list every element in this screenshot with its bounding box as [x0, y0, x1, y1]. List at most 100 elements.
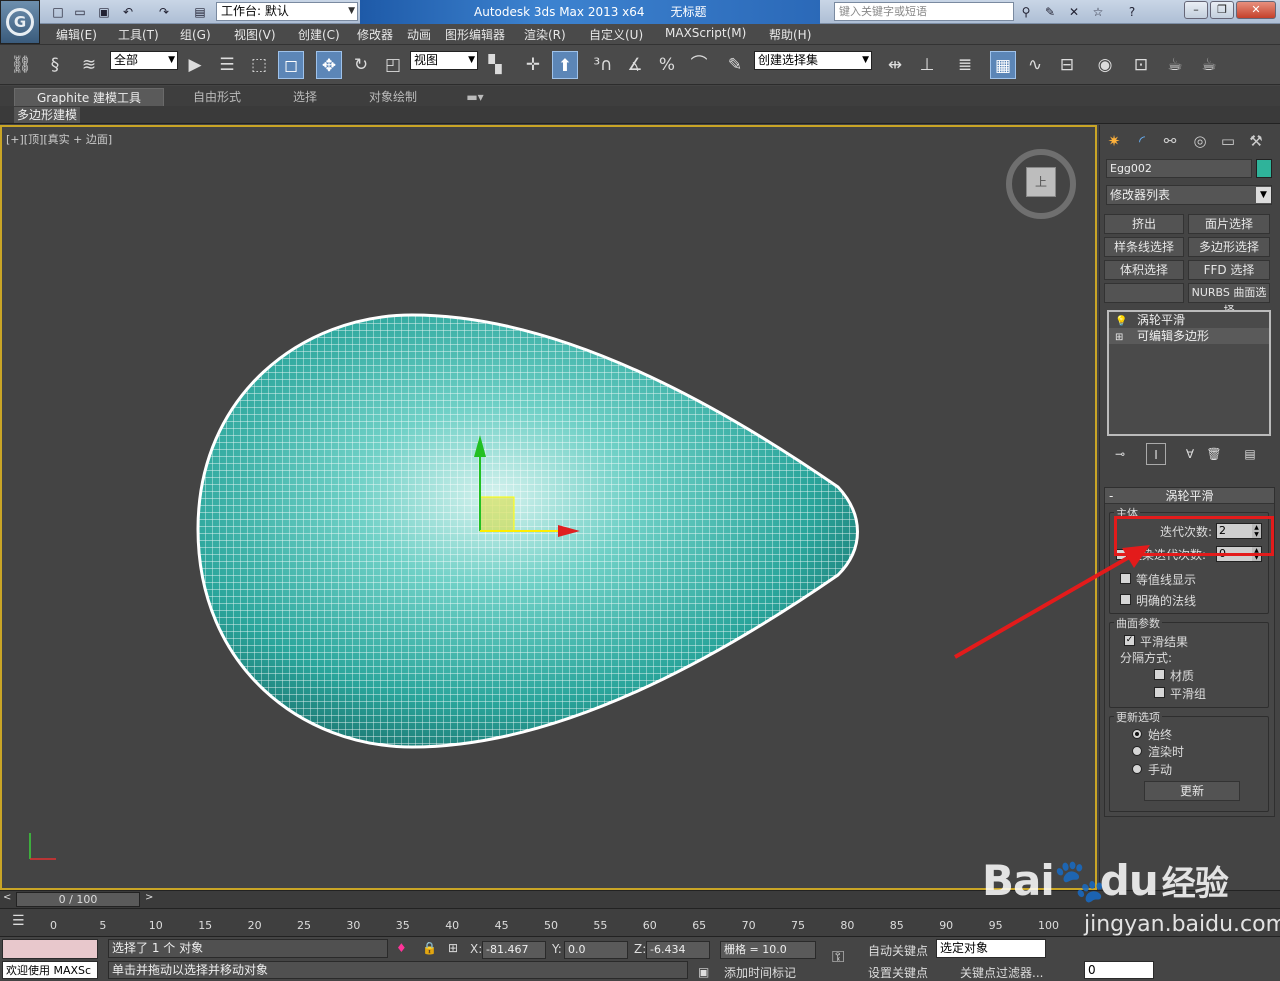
- close-button[interactable]: ✕: [1236, 1, 1276, 19]
- layer-manager-icon[interactable]: ≣: [952, 51, 978, 79]
- unlink-icon[interactable]: §: [42, 51, 68, 79]
- configure-sets-icon[interactable]: ▤: [1240, 443, 1260, 465]
- absolute-mode-icon[interactable]: ⊞: [448, 941, 458, 955]
- viewport-top[interactable]: [+][顶][真实 + 边面] 上: [0, 125, 1097, 890]
- binoculars-icon[interactable]: ⚲: [1018, 4, 1034, 20]
- workspace-select[interactable]: 工作台: 默认 ▼: [216, 2, 358, 21]
- modifier-stack[interactable]: 💡 涡轮平滑 ⊞ 可编辑多边形: [1107, 310, 1271, 436]
- set-key-icon[interactable]: ⚿: [832, 947, 844, 967]
- menu-graph-editors[interactable]: 图形编辑器: [445, 26, 505, 43]
- select-object-icon[interactable]: ▶: [182, 51, 208, 79]
- menu-edit[interactable]: 编辑(E): [56, 26, 97, 43]
- maxscript-mini-listener[interactable]: [2, 939, 98, 959]
- render-production-icon[interactable]: ☕: [1196, 51, 1222, 79]
- rendered-frame-icon[interactable]: ☕: [1162, 51, 1188, 79]
- time-tag-icon[interactable]: ▣: [698, 965, 709, 979]
- select-rotate-icon[interactable]: ↻: [348, 51, 374, 79]
- remove-modifier-icon[interactable]: 🗑: [1204, 443, 1224, 465]
- show-end-result-icon[interactable]: Ⅰ: [1146, 443, 1166, 465]
- keyboard-shortcut-override-icon[interactable]: ⬆: [552, 51, 578, 79]
- favorites-star-icon[interactable]: ☆: [1090, 4, 1106, 20]
- isolate-icon[interactable]: ♦: [396, 941, 407, 955]
- help-icon[interactable]: ?: [1124, 4, 1140, 20]
- menu-modifiers[interactable]: 修改器: [357, 26, 393, 43]
- selection-filter-select[interactable]: 全部 ▼: [110, 51, 178, 70]
- key-filters-button[interactable]: 关键点过滤器...: [960, 964, 1043, 981]
- tab-object-paint[interactable]: 对象绘制: [350, 88, 436, 106]
- utilities-tab-icon[interactable]: ⚒: [1244, 129, 1268, 153]
- undo-icon[interactable]: ↶: [120, 4, 136, 20]
- project-folder-icon[interactable]: ▤: [192, 4, 208, 20]
- mirror-icon[interactable]: ⇹: [882, 51, 908, 79]
- named-selection-sets-select[interactable]: 创建选择集 ▼: [754, 51, 872, 70]
- y-coordinate-field[interactable]: 0.0: [564, 941, 628, 959]
- hierarchy-tab-icon[interactable]: ⚯: [1158, 129, 1182, 153]
- next-frame-icon[interactable]: >: [145, 892, 153, 903]
- smoothing-groups-checkbox[interactable]: [1154, 687, 1165, 698]
- minimize-button[interactable]: –: [1184, 1, 1208, 19]
- create-tab-icon[interactable]: ✷: [1102, 129, 1126, 153]
- tab-freeform[interactable]: 自由形式: [172, 88, 262, 106]
- select-by-name-icon[interactable]: ☰: [214, 51, 240, 79]
- redo-icon[interactable]: ↷: [156, 4, 172, 20]
- pin-stack-icon[interactable]: ⊸: [1110, 443, 1130, 465]
- explicit-normals-checkbox[interactable]: [1120, 594, 1131, 605]
- schematic-view-icon[interactable]: ⊟: [1054, 51, 1080, 79]
- save-icon[interactable]: ▣: [96, 4, 112, 20]
- edit-named-sets-icon[interactable]: ✎: [722, 51, 748, 79]
- app-logo-button[interactable]: G: [0, 0, 40, 44]
- motion-tab-icon[interactable]: ◎: [1188, 129, 1212, 153]
- modifier-list-select[interactable]: 修改器列表 ▼: [1106, 185, 1272, 205]
- set-key-button[interactable]: 设置关键点: [868, 964, 928, 981]
- stack-item-editable-poly[interactable]: ⊞ 可编辑多边形: [1109, 328, 1269, 344]
- curve-editor-icon[interactable]: ∿: [1022, 51, 1048, 79]
- align-icon[interactable]: ⊥: [914, 51, 940, 79]
- update-always-radio[interactable]: [1132, 729, 1142, 739]
- rollout-header[interactable]: - 涡轮平滑: [1105, 488, 1274, 504]
- z-coordinate-field[interactable]: -6.434: [646, 941, 710, 959]
- menu-help[interactable]: 帮助(H): [769, 26, 811, 43]
- search-input[interactable]: 键入关键字或短语: [834, 2, 1014, 21]
- communication-icon[interactable]: ✕: [1066, 4, 1082, 20]
- ribbon-panel-polygon-modeling[interactable]: 多边形建模: [14, 107, 81, 123]
- x-coordinate-field[interactable]: -81.467: [482, 941, 546, 959]
- graphite-toggle-icon[interactable]: ▦: [990, 51, 1016, 79]
- time-slider[interactable]: 0 / 100: [16, 892, 140, 907]
- current-frame-field[interactable]: 0: [1084, 961, 1154, 979]
- bind-space-warp-icon[interactable]: ≋: [76, 51, 102, 79]
- modify-tab-icon[interactable]: ◜: [1130, 129, 1154, 153]
- rect-selection-icon[interactable]: ⬚: [246, 51, 272, 79]
- new-file-icon[interactable]: □: [50, 4, 66, 20]
- percent-snap-icon[interactable]: %: [654, 51, 680, 79]
- maximize-button[interactable]: ❐: [1210, 1, 1234, 19]
- menu-create[interactable]: 创建(C): [298, 26, 340, 43]
- tab-selection[interactable]: 选择: [270, 88, 340, 106]
- menu-maxscript[interactable]: MAXScript(M): [665, 26, 746, 40]
- menu-tools[interactable]: 工具(T): [118, 26, 159, 43]
- modifier-vol-select-button[interactable]: 体积选择: [1104, 260, 1184, 280]
- isoline-checkbox[interactable]: [1120, 573, 1131, 584]
- update-button[interactable]: 更新: [1144, 781, 1240, 801]
- materials-checkbox[interactable]: [1154, 669, 1165, 680]
- lock-selection-icon[interactable]: 🔒: [422, 941, 437, 955]
- ribbon-options-icon[interactable]: ▬▾: [460, 88, 490, 106]
- stack-item-turbosmooth[interactable]: 💡 涡轮平滑: [1109, 312, 1269, 328]
- prev-frame-icon[interactable]: <: [3, 892, 11, 903]
- update-manual-radio[interactable]: [1132, 764, 1142, 774]
- material-editor-icon[interactable]: ◉: [1092, 51, 1118, 79]
- manipulate-icon[interactable]: ✛: [520, 51, 546, 79]
- add-time-tag[interactable]: 添加时间标记: [724, 964, 796, 981]
- menu-animation[interactable]: 动画: [407, 26, 431, 43]
- window-crossing-icon[interactable]: ◻: [278, 51, 304, 79]
- menu-views[interactable]: 视图(V): [234, 26, 276, 43]
- mini-curve-editor-icon[interactable]: ☰: [12, 913, 25, 929]
- modifier-nurbs-select-button[interactable]: NURBS 曲面选择: [1188, 283, 1270, 317]
- modifier-patch-select-button[interactable]: 面片选择: [1188, 214, 1270, 234]
- pivot-center-icon[interactable]: ▚: [482, 51, 508, 79]
- angle-snap-icon[interactable]: ∡: [622, 51, 648, 79]
- open-file-icon[interactable]: ▭: [72, 4, 88, 20]
- reference-coord-select[interactable]: 视图 ▼: [410, 51, 478, 70]
- link-icon[interactable]: ⛓: [8, 51, 34, 79]
- make-unique-icon[interactable]: ∀: [1180, 443, 1200, 465]
- modifier-empty-button[interactable]: [1104, 283, 1184, 303]
